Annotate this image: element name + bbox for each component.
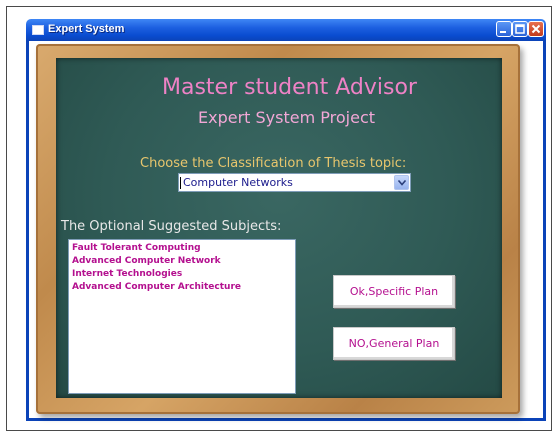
minimize-icon — [500, 31, 506, 33]
app-title: Master student Advisor — [162, 75, 417, 100]
list-item[interactable]: Advanced Computer Architecture — [72, 281, 292, 294]
classification-label: Choose the Classification of Thesis topi… — [140, 156, 407, 171]
maximize-icon — [515, 24, 525, 34]
app-window-icon — [32, 25, 44, 35]
close-icon — [531, 24, 541, 34]
chevron-down-icon — [398, 180, 406, 186]
text-caret — [180, 177, 181, 189]
specific-plan-button[interactable]: Ok,Specific Plan — [333, 275, 455, 308]
list-item[interactable]: Internet Technologies — [72, 268, 292, 281]
list-item[interactable]: Fault Tolerant Computing — [72, 242, 292, 255]
general-plan-button[interactable]: NO,General Plan — [333, 327, 455, 360]
close-button[interactable] — [528, 21, 544, 37]
app-subtitle: Expert System Project — [198, 108, 376, 127]
dropdown-button[interactable] — [394, 175, 409, 190]
suggested-subjects-label: The Optional Suggested Subjects: — [61, 219, 282, 234]
window-titlebar[interactable]: Expert System — [26, 19, 546, 41]
thesis-topic-select[interactable]: Computer Networks — [178, 173, 411, 192]
list-item[interactable]: Advanced Computer Network — [72, 255, 292, 268]
maximize-button[interactable] — [512, 21, 528, 37]
selected-topic-value: Computer Networks — [183, 176, 293, 189]
window-title: Expert System — [48, 23, 125, 35]
minimize-button[interactable] — [496, 21, 512, 37]
suggested-subjects-list[interactable]: Fault Tolerant Computing Advanced Comput… — [68, 239, 296, 394]
